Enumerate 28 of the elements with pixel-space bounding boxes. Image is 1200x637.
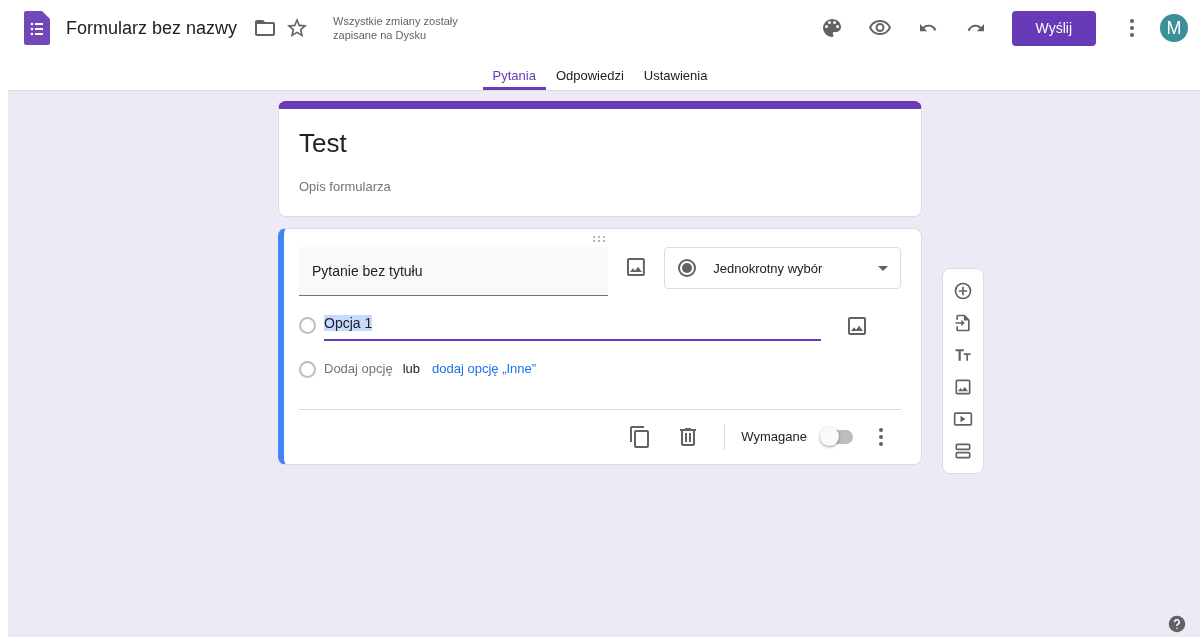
save-status: Wszystkie zmiany zostały zapisane na Dysku [333,13,459,43]
tab[interactable]: Odpowiedzi [545,56,634,90]
question-title-field[interactable]: Pytanie bez tytułu [299,247,609,297]
add-other-link[interactable]: dodaj opcję „Inne” [432,359,537,379]
radio-icon [677,258,698,279]
circle-icon [299,360,316,378]
tab[interactable]: Ustawienia [633,56,718,90]
video-icon[interactable] [953,409,973,429]
star-icon[interactable] [285,16,310,40]
image-icon[interactable] [953,377,973,397]
circle-icon [299,317,316,335]
form-title[interactable]: Test [299,127,901,161]
add-option-link[interactable]: Dodaj opcję [324,359,393,379]
required-label: Wymagane [741,428,807,447]
form-name[interactable]: Formularz bez nazwy [66,14,238,42]
help-icon[interactable] [1168,615,1186,633]
avatar[interactable]: M [1160,14,1188,42]
or-text: lub [402,360,420,379]
section-icon[interactable] [953,441,973,461]
question-type-dropdown[interactable]: Jednokrotny wybór [664,247,901,290]
import-icon[interactable] [953,313,973,333]
forms-logo-icon[interactable] [24,11,50,45]
caret-icon [878,265,888,271]
send-button[interactable]: Wyślij [1011,10,1096,46]
drag-handle-icon[interactable] [592,235,606,244]
form-description[interactable]: Opis formularza [299,176,901,197]
option-field[interactable]: Opcja 1 [324,310,821,342]
required-toggle[interactable] [823,429,853,444]
